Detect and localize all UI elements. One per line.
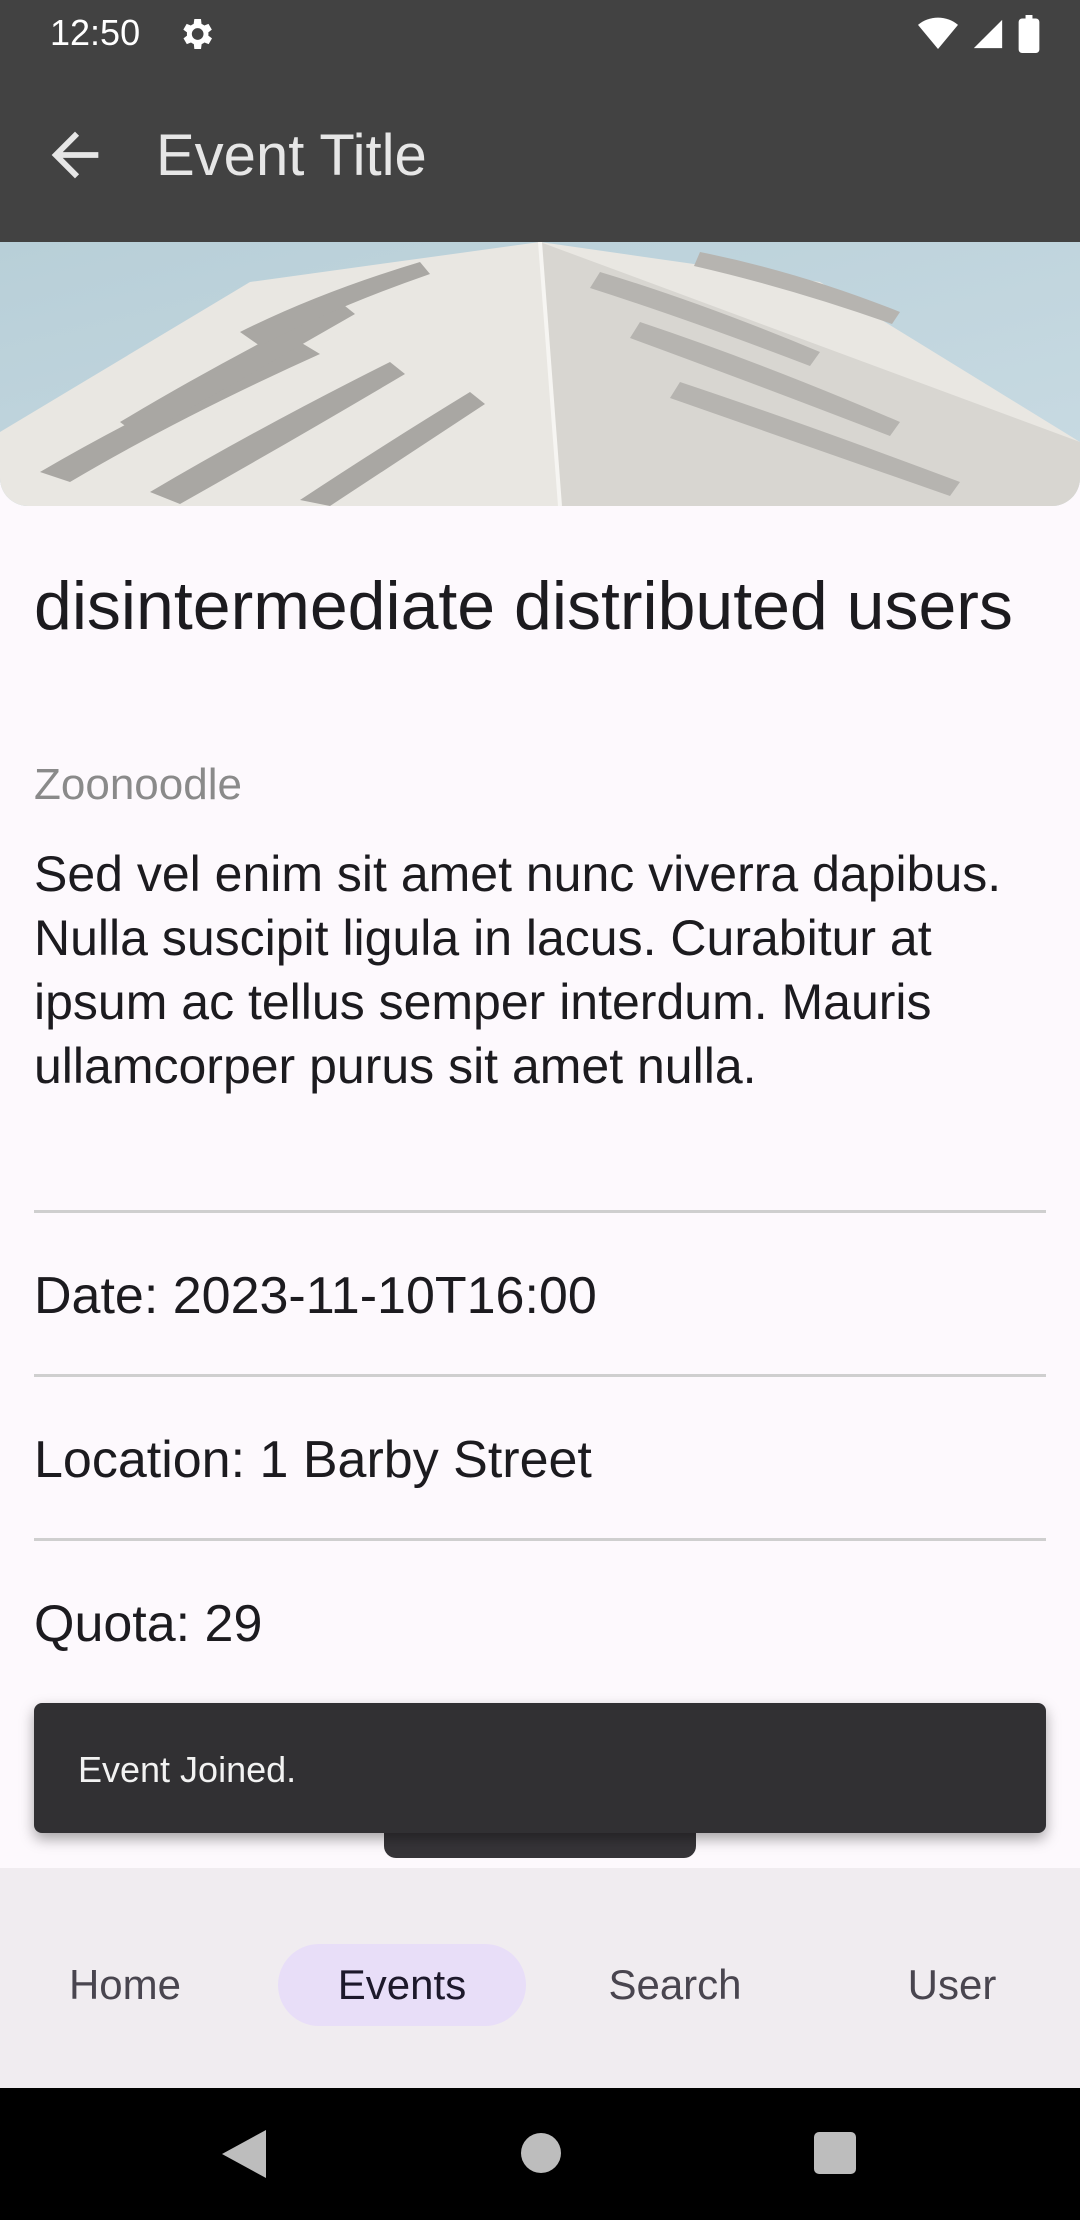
- event-name: disintermediate distributed users: [34, 568, 1013, 644]
- divider: [34, 1374, 1046, 1377]
- status-icons: [918, 14, 1040, 54]
- nav-item-events[interactable]: Events: [278, 1944, 526, 2026]
- nav-item-home[interactable]: Home: [40, 1944, 210, 2026]
- nav-item-search[interactable]: Search: [580, 1944, 770, 2026]
- nav-item-user[interactable]: User: [870, 1944, 1034, 2026]
- home-circle-icon[interactable]: [520, 2132, 562, 2174]
- status-time: 12:50: [50, 12, 141, 53]
- divider: [34, 1538, 1046, 1541]
- system-navigation-bar: [0, 2088, 1080, 2220]
- app-bar: Event Title: [0, 68, 1080, 242]
- back-triangle-icon[interactable]: [222, 2130, 266, 2178]
- event-image: [0, 242, 1080, 506]
- arrow-back-icon: [51, 131, 99, 179]
- signal-icon: [973, 19, 1003, 49]
- wifi-icon: [918, 17, 958, 49]
- recents-square-icon[interactable]: [814, 2132, 856, 2174]
- event-organizer: Zoonoodle: [34, 760, 242, 809]
- back-button[interactable]: [40, 120, 110, 190]
- nav-item-label: Search: [608, 1961, 742, 2008]
- divider: [34, 1210, 1046, 1213]
- event-quota: Quota: 29: [34, 1595, 263, 1653]
- page-title: Event Title: [156, 123, 427, 188]
- bottom-navigation: Home Events Search User: [0, 1868, 1080, 2088]
- nav-item-label: Events: [337, 1961, 467, 2008]
- event-location: Location: 1 Barby Street: [34, 1431, 592, 1489]
- event-description: Sed vel enim sit amet nunc viverra dapib…: [34, 846, 1002, 1094]
- status-bar: 12:50: [0, 0, 1080, 68]
- gear-icon: [176, 14, 216, 54]
- nav-item-label: User: [907, 1961, 997, 2008]
- snackbar-message: Event Joined.: [78, 1749, 297, 1790]
- nav-item-label: Home: [68, 1961, 182, 2008]
- snackbar: Event Joined.: [34, 1703, 1046, 1833]
- battery-icon: [1018, 15, 1040, 53]
- event-date: Date: 2023-11-10T16:00: [34, 1267, 597, 1325]
